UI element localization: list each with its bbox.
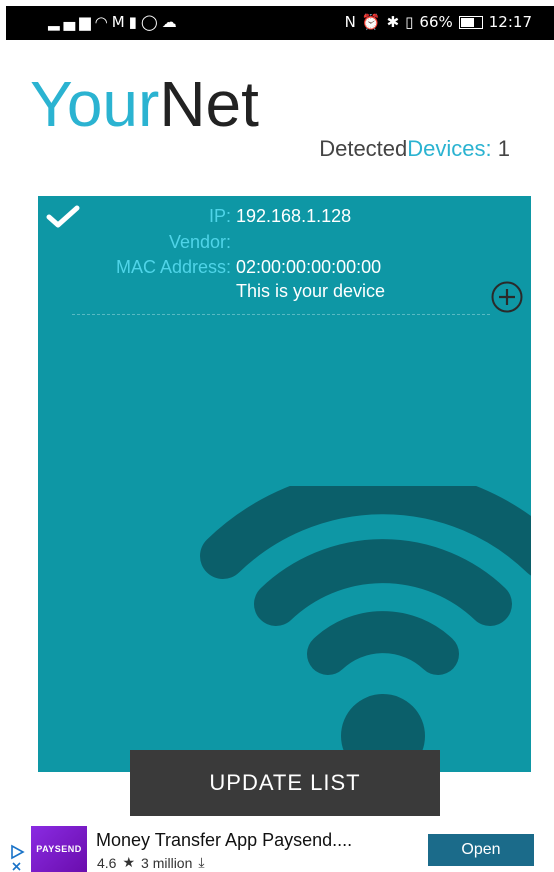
logo-your: Your — [30, 68, 160, 140]
expand-plus-icon[interactable] — [490, 280, 524, 314]
battery-icon — [458, 15, 483, 29]
detected-devices: DetectedDevices: 1 — [319, 136, 510, 162]
cloud-icon: ☁ — [161, 13, 181, 31]
status-time: 12:17 — [488, 13, 532, 31]
star-icon: ★ — [122, 854, 136, 870]
bluetooth-icon: ✱ — [386, 13, 400, 31]
battery-saver-icon: ▮ — [128, 13, 141, 31]
mac-value: 02:00:00:00:00:00 — [236, 257, 382, 277]
detected-word: Devices: — [407, 136, 492, 161]
whatsapp-icon: ◯ — [140, 13, 162, 31]
ad-banner[interactable]: PAYSEND Money Transfer App Paysend.... 4… — [0, 818, 554, 872]
gmail-icon: M — [111, 13, 129, 31]
detected-prefix: Detected — [319, 136, 408, 161]
device-divider — [72, 314, 490, 315]
mac-label: MAC Address: — [115, 257, 231, 277]
ip-label: IP: — [208, 206, 231, 226]
status-bar: ▂▄▆◠M▮◯☁ N ⏰ ✱ ▯ 66% 12:17 — [6, 6, 554, 40]
logo-net: Net — [159, 68, 259, 140]
status-right-icons: N ⏰ ✱ ▯ 66% 12:17 — [345, 13, 532, 31]
ad-rating: 4.6 — [97, 854, 117, 871]
battery-percent: 66% — [419, 13, 453, 31]
status-left-icons: ▂▄▆◠M▮◯☁ — [48, 13, 181, 31]
adchoices-icon[interactable] — [10, 844, 26, 872]
vendor-label: Vendor: — [168, 232, 231, 252]
ad-open-button[interactable]: Open — [428, 834, 534, 866]
ad-title[interactable]: Money Transfer App Paysend.... — [96, 830, 352, 851]
wifi-icon-large — [200, 486, 531, 772]
ad-installs: 3 million — [141, 854, 193, 871]
download-icon: ⤓ — [198, 854, 205, 870]
ad-subtitle: 4.6 ★ 3 million ⤓ — [97, 854, 205, 871]
nfc-icon: N — [344, 13, 356, 31]
device-note: This is your device — [236, 281, 386, 301]
ad-app-logo[interactable]: PAYSEND — [31, 826, 87, 872]
alarm-icon: ⏰ — [361, 13, 381, 31]
detected-count: 1 — [497, 136, 510, 161]
update-list-button[interactable]: UPDATE LIST — [130, 750, 440, 816]
wifi-icon: ◠ — [94, 13, 112, 31]
signal-icon: ▂▄▆ — [48, 13, 95, 31]
vibrate-icon: ▯ — [405, 13, 414, 31]
ip-value: 192.168.1.128 — [236, 206, 352, 226]
app-logo: YourNet — [30, 64, 259, 144]
device-list-panel: IP: 192.168.1.128 Vendor: MAC Address: 0… — [38, 196, 531, 772]
